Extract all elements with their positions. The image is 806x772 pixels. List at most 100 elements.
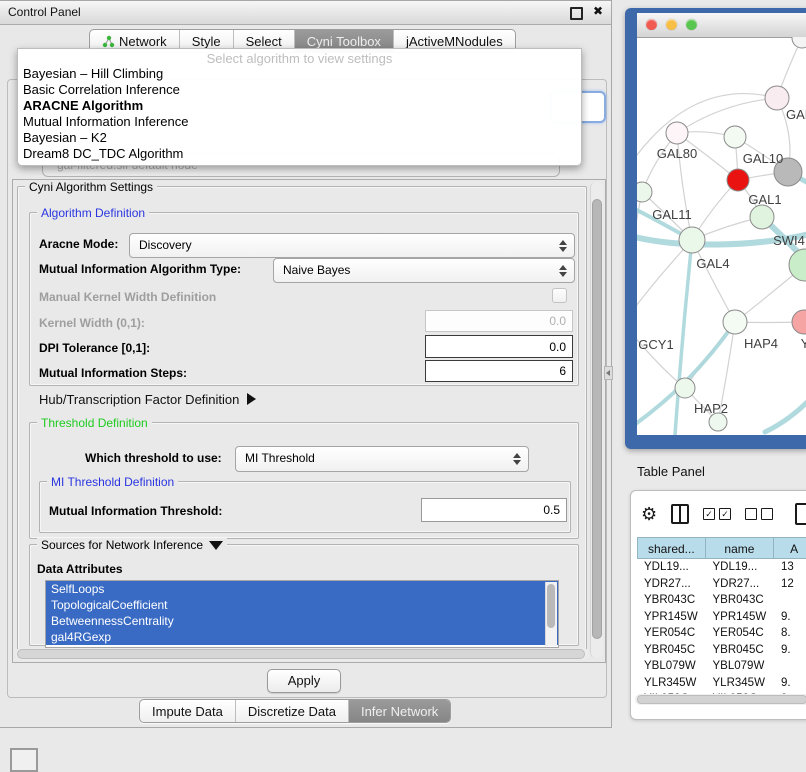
network-node-swi4[interactable] [750,205,774,229]
column-header-name[interactable]: name [706,537,775,559]
table-cell: YDR27... [637,576,706,593]
scrollbar-thumb[interactable] [592,199,602,639]
collapse-down-icon[interactable] [209,541,223,550]
table-horizontal-scrollbar[interactable] [635,694,806,705]
tab-label: Cyni Toolbox [307,34,381,49]
algorithm-option[interactable]: Mutual Information Inference [18,114,581,130]
column-header-a[interactable]: A [774,537,806,559]
aracne-mode-combo[interactable]: Discovery [129,233,575,258]
network-window-titlebar[interactable] [637,13,806,38]
data-attribute-item[interactable]: TopologicalCoefficient [46,597,558,613]
tab-impute-data[interactable]: Impute Data [140,700,236,722]
select-all-checkboxes-icon[interactable]: ✓✓ [703,508,731,520]
expand-right-icon[interactable] [247,393,256,405]
gear-icon[interactable]: ⚙ [641,505,657,523]
data-attribute-item[interactable]: BetweennessCentrality [46,613,558,629]
collapse-left-icon [606,370,610,376]
panel-divider-grip[interactable] [604,366,613,380]
table-cell: 8. [774,625,806,642]
algorithm-option[interactable]: Basic Correlation Inference [18,82,581,98]
float-window-icon[interactable] [570,7,583,20]
tab-label: Discretize Data [248,704,336,719]
mi-threshold-definition-legend: MI Threshold Definition [47,475,178,489]
dpi-tolerance-label: DPI Tolerance [0,1]: [39,341,150,355]
columns-icon[interactable] [671,504,689,524]
table-row[interactable]: YDL19...YDL19...13 [637,559,806,576]
tab-discretize-data[interactable]: Discretize Data [236,700,349,722]
algorithm-option[interactable]: Bayesian – Hill Climbing [18,66,581,82]
network-node-gal11[interactable] [637,182,652,202]
table-row[interactable]: YDR27...YDR27...12 [637,576,806,593]
network-node-hap2[interactable] [675,378,695,398]
document-icon[interactable] [795,503,806,525]
table-cell: YBR045C [637,642,706,659]
attr-list-scrollbar[interactable] [545,582,557,646]
manual-kernel-checkbox[interactable] [552,288,567,303]
data-attribute-item[interactable]: gal4RGexp [46,629,558,645]
scrollbar-thumb[interactable] [547,584,555,628]
table-row[interactable]: YER054CYER054C8. [637,625,806,642]
mi-type-combo[interactable]: Naive Bayes [273,258,575,283]
node-label: GAL [786,107,806,122]
mi-threshold-field[interactable] [421,498,567,522]
close-traffic-light-icon[interactable] [646,19,657,30]
algorithm-option-list: Bayesian – Hill ClimbingBasic Correlatio… [18,66,581,162]
algorithm-prompt: Select algorithm to view settings [18,51,581,66]
mi-type-value: Naive Bayes [283,263,350,277]
table-cell: 9. [774,642,806,659]
network-canvas[interactable]: GALGAL80GAL10GAL1GAL11SWI4GAL4GCY1HAP4YH… [637,37,806,435]
table-row[interactable]: YPR145WYPR145W9. [637,609,806,626]
table-row[interactable]: YBR045CYBR045C9. [637,642,806,659]
hub-definition-toggle[interactable]: Hub/Transcription Factor Definition [39,392,256,407]
column-header-shared-[interactable]: shared... [637,537,706,559]
zoom-traffic-light-icon[interactable] [686,19,697,30]
data-attribute-item[interactable]: SelfLoops [46,581,558,597]
tab-label: Infer Network [361,704,438,719]
minimize-traffic-light-icon[interactable] [666,19,677,30]
settings-vertical-scrollbar[interactable] [590,182,603,658]
table-row[interactable]: YLR345WYLR345W9. [637,675,806,692]
table-cell: 13 [774,559,806,576]
tab-infer-network[interactable]: Infer Network [349,700,450,722]
table-cell: YBR045C [706,642,775,659]
network-node-gal4[interactable] [679,227,705,253]
network-node-y[interactable] [792,310,806,334]
apply-button[interactable]: Apply [267,669,341,693]
settings-horizontal-scrollbar[interactable] [15,648,589,660]
table-cell [774,592,806,609]
algorithm-definition-legend: Algorithm Definition [37,206,149,220]
table-cell [774,658,806,675]
close-icon[interactable]: ✖ [593,4,603,18]
network-node-hap4[interactable] [723,310,747,334]
kernel-width-field[interactable] [425,310,573,332]
panel-title: Control Panel [8,5,81,19]
data-attributes-list[interactable]: SelfLoopsTopologicalCoefficientBetweenne… [45,580,559,648]
node-table[interactable]: shared...nameAYDL19...YDL19...13YDR27...… [637,537,806,708]
table-cell: YBL079W [706,658,775,675]
dpi-tolerance-field[interactable] [425,335,573,358]
network-node-gal80[interactable] [666,122,688,144]
network-node-gal1[interactable] [727,169,749,191]
algorithm-option[interactable]: Bayesian – K2 [18,130,581,146]
data-attributes-label: Data Attributes [37,562,123,576]
table-row[interactable]: YBR043CYBR043C [637,592,806,609]
algorithm-option[interactable]: Dream8 DC_TDC Algorithm [18,146,581,162]
deselect-all-checkboxes-icon[interactable] [745,508,773,520]
mi-threshold-label: Mutual Information Threshold: [49,504,222,518]
network-node-gal10[interactable] [724,126,746,148]
table-panel-window: ⚙ ✓✓ shared...nameAYDL19...YDL19...13YDR… [630,490,806,720]
scrollbar-thumb[interactable] [17,649,585,659]
node-label: HAP2 [694,401,728,416]
network-node[interactable] [792,37,806,48]
which-threshold-value: MI Threshold [245,451,315,465]
threshold-definition-legend: Threshold Definition [37,416,152,430]
table-row[interactable]: YBL079WYBL079W [637,658,806,675]
algorithm-option[interactable]: ARACNE Algorithm [18,98,581,114]
collapsed-panel-icon[interactable] [10,748,38,772]
table-cell: YBR043C [637,592,706,609]
manual-kernel-label: Manual Kernel Width Definition [39,290,216,304]
which-threshold-combo[interactable]: MI Threshold [235,446,529,472]
sources-legend[interactable]: Sources for Network Inference [37,538,227,552]
scrollbar-thumb[interactable] [637,695,806,704]
mi-steps-field[interactable] [425,360,573,382]
